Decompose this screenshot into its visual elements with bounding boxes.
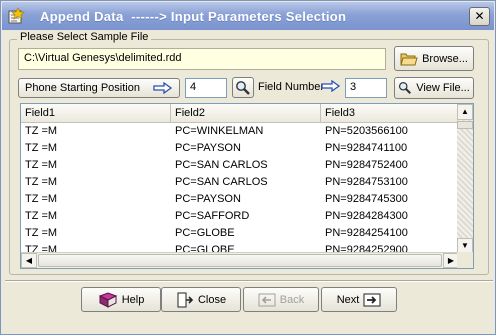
table-row[interactable]: TZ =M PC=SAN CARLOS PN=9284752400 <box>21 157 459 174</box>
field-number-input[interactable]: 3 <box>345 78 387 98</box>
magnifier-icon <box>399 81 412 94</box>
help-button-label: Help <box>121 293 145 306</box>
exit-door-icon <box>177 292 194 307</box>
table-cell: TZ =M <box>25 193 58 205</box>
table-cell: PC=PAYSON <box>175 193 241 205</box>
close-button-label: Close <box>197 293 227 306</box>
table-row[interactable]: TZ =M PC=GLOBE PN=9284254100 <box>21 225 459 242</box>
magnifier-icon <box>236 80 250 95</box>
table-cell: PN=9284753100 <box>325 176 408 188</box>
close-button[interactable]: Close <box>161 287 241 312</box>
app-icon <box>8 7 25 24</box>
phone-starting-position-input[interactable]: 4 <box>185 78 227 98</box>
scroll-up-arrow-icon[interactable]: ▲ <box>457 104 473 120</box>
grid-body: TZ =M PC=WINKELMAN PN=5203566100 TZ =M PC=PA… <box>21 123 459 254</box>
table-row[interactable]: TZ =M PC=WINKELMAN PN=5203566100 <box>21 123 459 140</box>
table-cell: PN=9284752400 <box>325 159 408 171</box>
right-arrow-icon <box>321 80 341 92</box>
vertical-scroll-thumb[interactable] <box>457 121 473 129</box>
horizontal-scrollbar[interactable]: ◀ ▶ <box>21 252 459 268</box>
sample-data-grid[interactable]: Field1 Field2 Field3 TZ =M PC=WINKELMAN PN… <box>20 103 474 269</box>
grid-header: Field1 Field2 Field3 <box>21 104 471 123</box>
back-button[interactable]: Back <box>243 287 319 312</box>
table-cell: PN=9284284300 <box>325 210 408 222</box>
table-cell: PC=SAN CARLOS <box>175 159 268 171</box>
table-cell: PN=9284745300 <box>325 193 408 205</box>
sample-file-group-label: Please Select Sample File <box>17 31 152 43</box>
phone-starting-position-label: Phone Starting Position <box>25 82 140 94</box>
phone-starting-position-button[interactable]: Phone Starting Position <box>18 78 180 98</box>
table-cell: PN=9284254100 <box>325 227 408 239</box>
scrollbar-corner <box>457 252 473 268</box>
field-number-label: Field Number <box>258 81 325 93</box>
help-book-icon <box>98 291 117 308</box>
table-cell: PN=5203566100 <box>325 125 408 137</box>
next-arrow-icon <box>363 293 381 306</box>
browse-button-label: Browse... <box>422 52 468 65</box>
table-cell: TZ =M <box>25 159 58 171</box>
table-row[interactable]: TZ =M PC=SAFFORD PN=9284284300 <box>21 208 459 225</box>
search-button[interactable] <box>232 77 254 98</box>
next-button[interactable]: Next <box>321 287 397 312</box>
table-cell: TZ =M <box>25 125 58 137</box>
table-cell: PN=9284741100 <box>325 142 408 154</box>
table-cell: TZ =M <box>25 142 58 154</box>
column-header-field3[interactable]: Field3 <box>321 104 471 123</box>
table-cell: PC=GLOBE <box>175 227 235 239</box>
back-button-label: Back <box>279 293 305 306</box>
table-row[interactable]: TZ =M PC=SAN CARLOS PN=9284753100 <box>21 174 459 191</box>
table-cell: PC=SAFFORD <box>175 210 250 222</box>
title-bar[interactable]: Append Data ------> Input Parameters Sel… <box>2 2 494 30</box>
table-cell: TZ =M <box>25 227 58 239</box>
window-close-button[interactable]: ✕ <box>469 7 490 26</box>
table-cell: TZ =M <box>25 210 58 222</box>
scroll-left-arrow-icon[interactable]: ◀ <box>21 253 37 268</box>
sample-file-path-field[interactable]: C:\Virtual Genesys\delimited.rdd <box>18 48 386 70</box>
horizontal-scroll-thumb[interactable] <box>38 254 442 267</box>
table-cell: PC=SAN CARLOS <box>175 176 268 188</box>
open-folder-icon <box>400 53 418 65</box>
view-file-button[interactable]: View File... <box>394 77 474 99</box>
append-data-window: Append Data ------> Input Parameters Sel… <box>0 0 496 335</box>
back-arrow-icon <box>258 293 276 306</box>
table-cell: TZ =M <box>25 176 58 188</box>
view-file-button-label: View File... <box>416 82 470 94</box>
footer-divider <box>5 280 493 282</box>
right-arrow-icon <box>153 82 173 94</box>
help-button[interactable]: Help <box>81 287 161 312</box>
table-cell: PC=PAYSON <box>175 142 241 154</box>
table-row[interactable]: TZ =M PC=PAYSON PN=9284745300 <box>21 191 459 208</box>
table-cell: PC=WINKELMAN <box>175 125 264 137</box>
vertical-scrollbar[interactable]: ▲ ▼ <box>457 104 473 254</box>
window-title: Append Data ------> Input Parameters Sel… <box>40 9 347 24</box>
next-button-label: Next <box>336 293 360 306</box>
table-row[interactable]: TZ =M PC=PAYSON PN=9284741100 <box>21 140 459 157</box>
column-header-field1[interactable]: Field1 <box>21 104 171 123</box>
browse-button[interactable]: Browse... <box>394 46 474 71</box>
column-header-field2[interactable]: Field2 <box>171 104 321 123</box>
